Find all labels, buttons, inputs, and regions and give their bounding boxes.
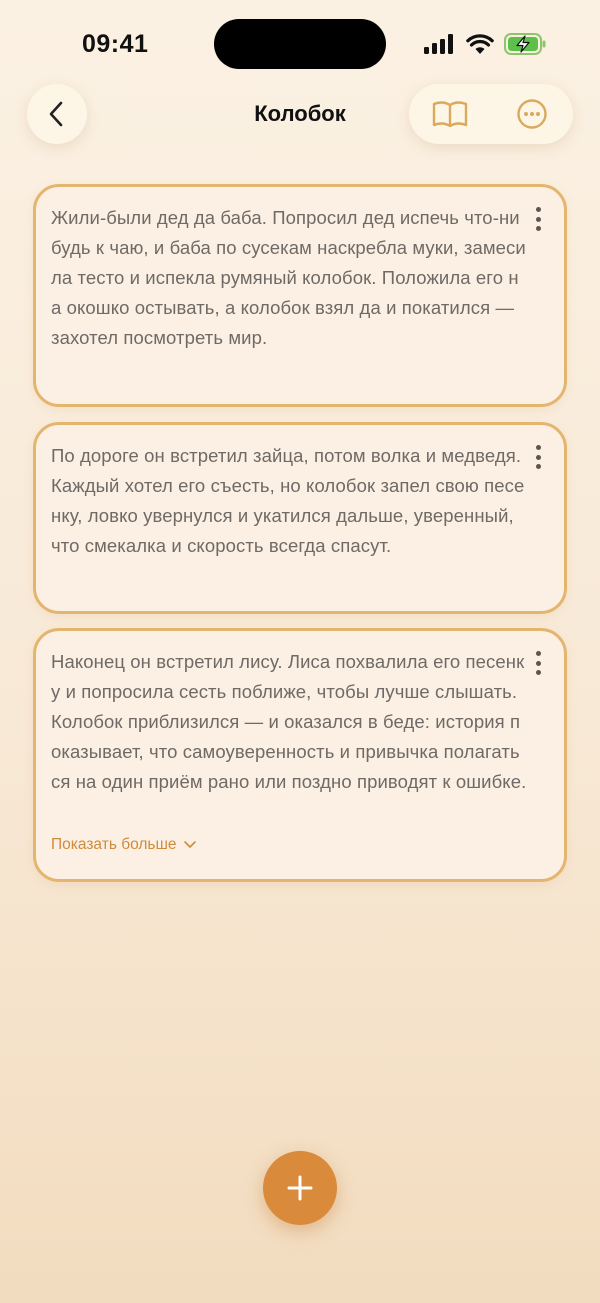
card-menu-button[interactable] [528,205,548,233]
story-card-text: Жили-были дед да баба. Попросил дед испе… [51,207,526,348]
story-card-text: По дороге он встретил зайца, потом волка… [51,445,525,556]
dynamic-island [214,19,386,69]
back-button[interactable] [27,84,87,144]
show-more-link[interactable]: Показать больше [51,836,197,854]
plus-icon [287,1175,313,1201]
status-bar: 09:41 [0,0,600,90]
status-time: 09:41 [82,30,149,58]
more-button[interactable] [491,84,573,144]
more-vertical-icon [535,445,541,450]
nav-actions-group [409,84,573,144]
more-horizontal-icon [517,99,547,129]
card-menu-button[interactable] [528,649,548,677]
page-title: Колобок [254,101,346,126]
book-icon [432,101,468,128]
battery-charging-icon [504,33,546,55]
chevron-left-icon [49,101,63,127]
add-button[interactable] [263,1151,337,1225]
cellular-signal-icon [424,34,453,54]
story-card[interactable]: Жили-были дед да баба. Попросил дед испе… [33,184,567,407]
chevron-down-icon [183,841,196,848]
status-icons [424,32,546,56]
wifi-icon [466,33,494,54]
more-vertical-icon [535,651,541,656]
more-vertical-icon [535,207,541,212]
show-more-label: Показать больше [51,836,177,853]
card-menu-button[interactable] [528,443,548,471]
story-card[interactable]: По дороге он встретил зайца, потом волка… [33,422,567,614]
story-card[interactable]: Наконец он встретил лису. Лиса похвалила… [33,628,567,882]
book-button[interactable] [409,84,491,144]
story-card-text: Наконец он встретил лису. Лиса похвалила… [51,651,527,792]
